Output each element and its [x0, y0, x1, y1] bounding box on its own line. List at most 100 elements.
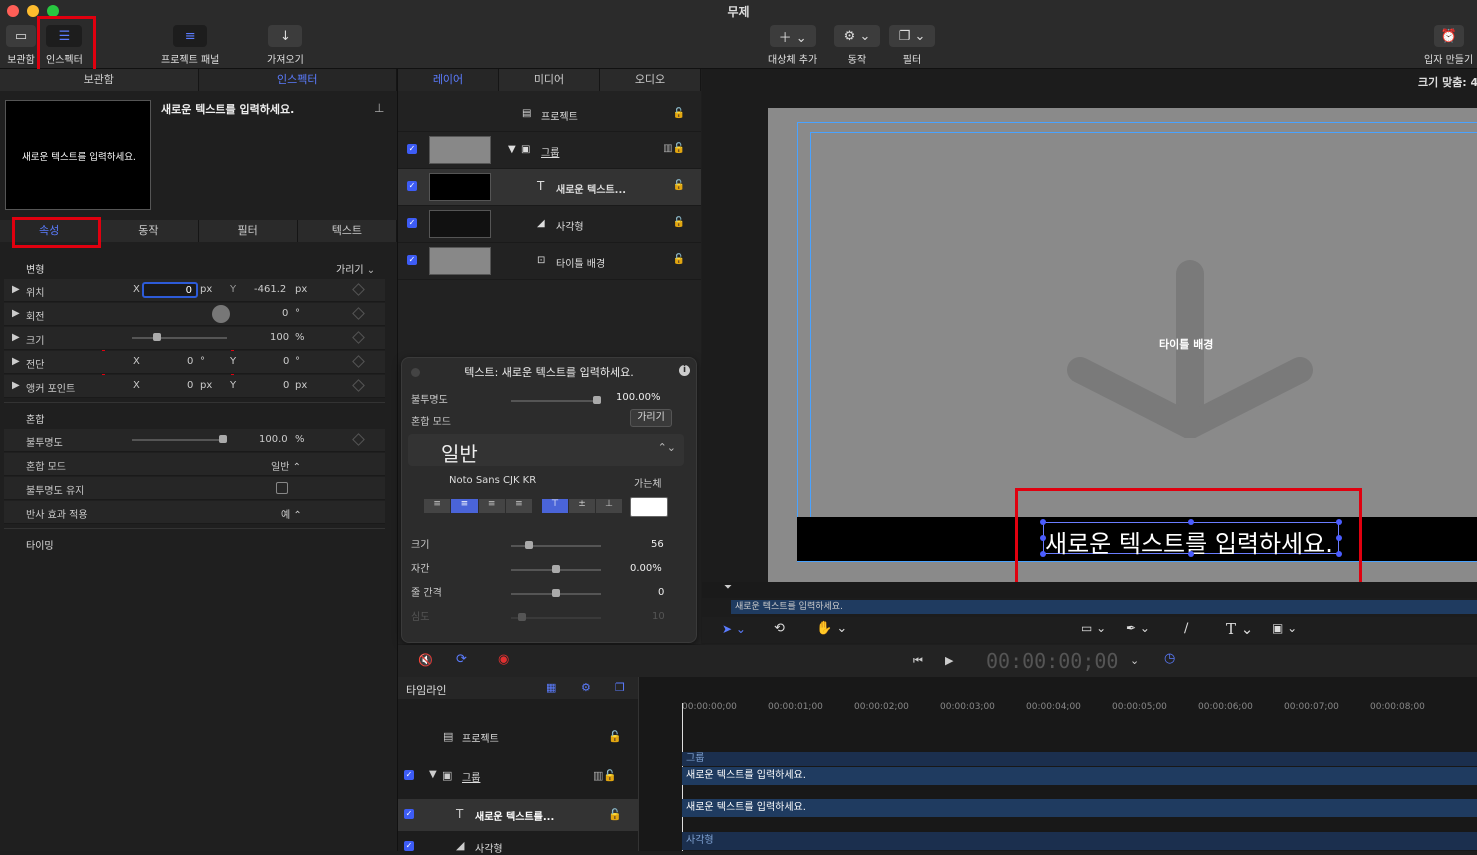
disclosure-triangle-icon[interactable]: ▼ — [429, 769, 437, 780]
keyframe-icon[interactable] — [352, 355, 365, 368]
hud-hide-button[interactable]: 가리기 — [630, 409, 672, 427]
hud-blend-mode-select[interactable]: 일반 ⌃⌄ — [408, 434, 684, 466]
paint-tool-icon[interactable]: ∕ — [1184, 621, 1188, 636]
clip-group[interactable]: 그룹 — [682, 752, 1477, 766]
hud-opacity-slider[interactable] — [511, 396, 601, 404]
layer-visibility-checkbox[interactable]: ✓ — [407, 181, 417, 191]
pin-icon[interactable]: ⊥ — [374, 101, 384, 115]
shear-disclosure-icon[interactable]: ▶ — [12, 356, 20, 367]
clip-rectangle[interactable]: 사각형 — [682, 832, 1477, 850]
mute-icon[interactable]: 🔇 — [418, 653, 433, 667]
select-tool-icon[interactable]: ➤ ⌄ — [722, 622, 746, 636]
lock-icon[interactable]: 🔓 — [673, 108, 685, 119]
pan-tool-icon[interactable]: ✋ ⌄ — [816, 621, 847, 636]
track-visibility-checkbox[interactable]: ✓ — [404, 770, 414, 780]
disclosure-triangle-icon[interactable]: ▼ — [508, 144, 516, 155]
position-disclosure-icon[interactable]: ▶ — [12, 284, 20, 295]
transform-hide-button[interactable]: 가리기 ⌄ — [336, 261, 375, 276]
project-panel-button[interactable]: ≡ 프로젝트 패널 — [161, 25, 219, 66]
playhead-icon[interactable]: ⏷ — [724, 582, 732, 593]
layer-visibility-checkbox[interactable]: ✓ — [407, 144, 417, 154]
loop-icon[interactable]: ⟳ — [456, 652, 467, 667]
go-to-start-icon[interactable]: ⏮ — [913, 654, 923, 668]
timeline-ruler[interactable]: 00:00:00;00 00:00:01;00 00:00:02;00 00:0… — [678, 701, 1477, 717]
opacity-slider[interactable] — [132, 435, 227, 443]
transform-tool-icon[interactable]: ⟲ — [774, 621, 785, 636]
filters-button[interactable]: ❐ ⌄ 필터 — [889, 25, 935, 66]
fit-zoom-menu[interactable]: 크기 맞춤: 4 — [1418, 74, 1477, 90]
preserve-opacity-checkbox[interactable] — [276, 482, 288, 494]
track-visibility-checkbox[interactable]: ✓ — [404, 841, 414, 851]
make-particles-button[interactable]: ⏰ 입자 만들기 — [1424, 25, 1473, 66]
keyframe-icon[interactable] — [352, 307, 365, 320]
clip-text-1[interactable]: 새로운 텍스트를 입력하세요. — [682, 767, 1477, 785]
chevron-down-icon[interactable]: ⌄ — [1130, 654, 1139, 667]
keyframe-icon[interactable] — [352, 331, 365, 344]
mini-timeline-clip[interactable]: 새로운 텍스트를 입력하세요. — [731, 600, 1477, 614]
add-object-button[interactable]: ＋ ⌄ 대상체 추가 — [768, 25, 817, 66]
align-justify-icon[interactable]: ≡ — [505, 499, 532, 513]
timeline-row-project[interactable]: ▤ 프로젝트 🔓 — [398, 721, 638, 753]
checker-icon[interactable]: ▦ — [546, 681, 556, 694]
shape-tool-icon[interactable]: ▭ ⌄ — [1081, 621, 1106, 635]
tab-library[interactable]: 보관함 — [0, 69, 199, 91]
tab-audio[interactable]: 오디오 — [600, 69, 701, 91]
layer-row-title-background[interactable]: ✓ ⊡ 타이틀 배경 🔓 — [398, 243, 701, 280]
bezier-tool-icon[interactable]: ✒ ⌄ — [1126, 621, 1150, 635]
timeline-row-group[interactable]: ✓ ▼ ▣ 그룹 ▥🔓 — [398, 760, 638, 792]
position-y-value[interactable]: -461.2 — [254, 284, 286, 295]
tab-behaviors[interactable]: 동작 — [99, 220, 199, 242]
tab-filters[interactable]: 필터 — [198, 220, 298, 242]
play-icon[interactable]: ▶ — [945, 654, 953, 667]
timeline-row-text[interactable]: ✓ T 새로운 텍스트를... 🔓 — [398, 799, 638, 831]
text-tool-icon[interactable]: T ⌄ — [1226, 620, 1253, 638]
lock-icon[interactable]: 🔓 — [673, 217, 685, 228]
record-icon[interactable]: ◉ — [498, 652, 509, 667]
layers-icon[interactable]: ❐ — [615, 681, 625, 694]
layer-row-project[interactable]: ▤ 프로젝트 🔓 — [398, 97, 701, 132]
layer-row-group[interactable]: ✓ ▼ ▣ 그룹 ▥🔓 — [398, 132, 701, 169]
track-visibility-checkbox[interactable]: ✓ — [404, 809, 414, 819]
hud-size-slider[interactable] — [511, 541, 601, 549]
hud-weight-select[interactable]: 가는체 — [634, 475, 662, 490]
timing-section-header[interactable]: 타이밍 — [4, 531, 385, 555]
scale-disclosure-icon[interactable]: ▶ — [12, 332, 20, 343]
lock-icon[interactable]: 🔓 — [673, 254, 685, 265]
align-bottom-icon[interactable]: ⊥ — [596, 499, 622, 513]
hud-color-well[interactable] — [630, 497, 668, 517]
hud-tracking-slider[interactable] — [511, 565, 601, 573]
tab-inspector[interactable]: 인스펙터 — [198, 69, 397, 91]
layer-visibility-checkbox[interactable]: ✓ — [407, 218, 417, 228]
align-center-icon[interactable]: ≡ — [451, 499, 478, 513]
lock-icon[interactable]: 🔓 — [673, 180, 685, 191]
position-x-input[interactable]: 0 — [142, 282, 198, 298]
behaviors-button[interactable]: ⚙ ⌄ 동작 — [834, 25, 880, 66]
clip-text-2[interactable]: 새로운 텍스트를 입력하세요. — [682, 799, 1477, 817]
import-button[interactable]: ↓ 가져오기 — [267, 25, 304, 66]
anchor-disclosure-icon[interactable]: ▶ — [12, 380, 20, 391]
lock-icon[interactable]: 🔓 — [608, 808, 622, 821]
keyframe-icon[interactable] — [352, 379, 365, 392]
gear-icon[interactable]: ⚙ — [581, 681, 591, 694]
mask-tool-icon[interactable]: ▣ ⌄ — [1272, 621, 1297, 635]
align-left-icon[interactable]: ≡ — [424, 499, 451, 513]
align-right-icon[interactable]: ≡ — [478, 499, 505, 513]
blend-mode-select[interactable]: 일반 ⌃ — [271, 458, 301, 473]
info-icon[interactable]: i — [679, 365, 690, 376]
layer-row-rectangle[interactable]: ✓ ◢ 사각형 🔓 — [398, 206, 701, 243]
library-button[interactable]: ▭ 보관함 — [6, 25, 36, 66]
timecode-display[interactable]: 00:00:00;00 — [986, 649, 1118, 673]
rotation-disclosure-icon[interactable]: ▶ — [12, 308, 20, 319]
tab-text[interactable]: 텍스트 — [297, 220, 397, 242]
scale-slider[interactable] — [132, 333, 227, 341]
align-top-icon[interactable]: ⊤ — [542, 499, 568, 513]
hud-font-select[interactable]: Noto Sans CJK KR — [449, 475, 536, 486]
lock-icon[interactable]: ▥🔓 — [593, 769, 617, 782]
hud-line-spacing-slider[interactable] — [511, 589, 601, 597]
timeline-row-rectangle[interactable]: ✓ ◢ 사각형 — [398, 835, 638, 855]
reflection-select[interactable]: 예 ⌃ — [281, 506, 302, 521]
lock-icon[interactable]: 🔓 — [608, 730, 622, 743]
keyframe-icon[interactable] — [352, 283, 365, 296]
tab-media[interactable]: 미디어 — [499, 69, 600, 91]
timing-display-icon[interactable]: ◷ — [1164, 651, 1175, 666]
